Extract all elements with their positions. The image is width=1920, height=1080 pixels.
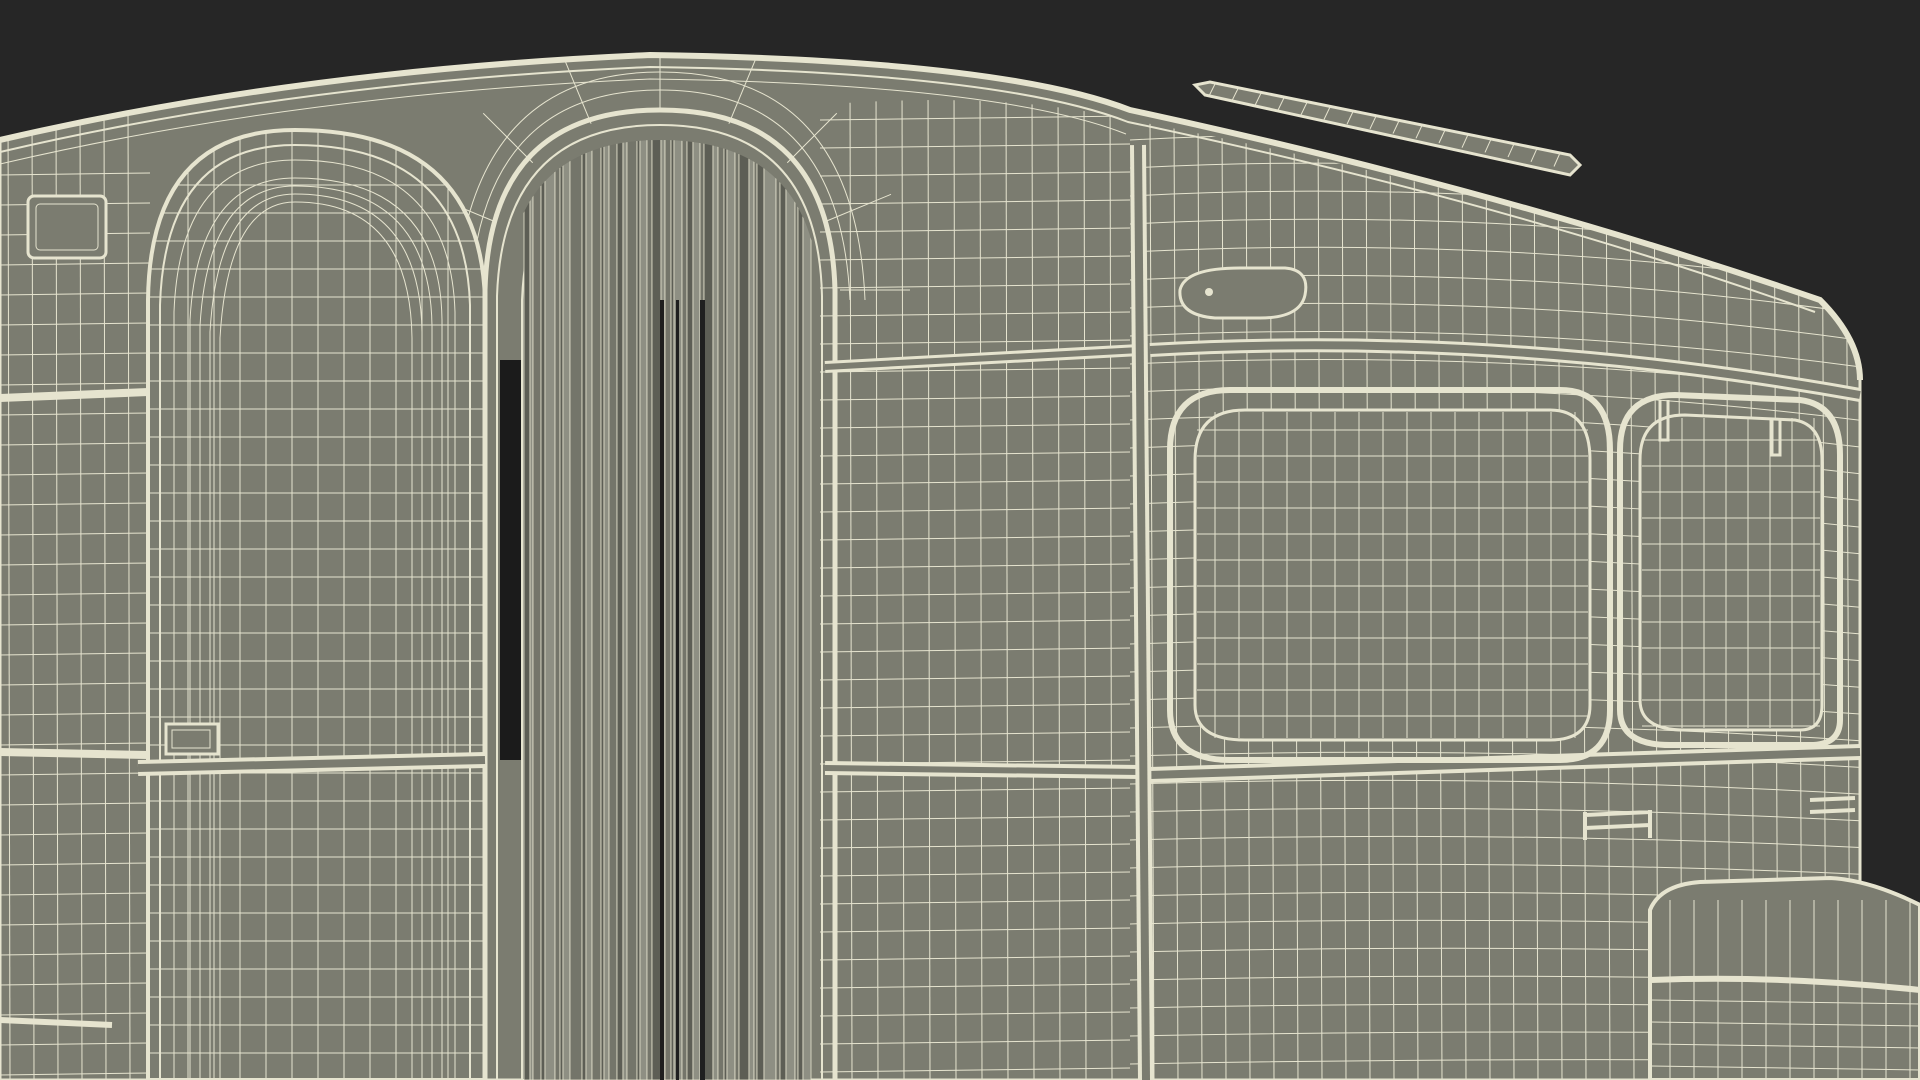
curtain-fold bbox=[523, 140, 531, 1080]
curtain-fold bbox=[763, 140, 777, 1080]
lower-belt-trim-left bbox=[0, 748, 149, 759]
curtain-fold bbox=[562, 140, 571, 1080]
curtain-fold bbox=[794, 140, 799, 1080]
curtain-fold bbox=[756, 140, 765, 1080]
curtain-fold bbox=[554, 140, 561, 1080]
curtain-fold bbox=[723, 140, 728, 1080]
curtain-fold bbox=[529, 140, 534, 1080]
curtain-fold bbox=[686, 140, 694, 1080]
curtain-fold bbox=[603, 140, 610, 1080]
curtain-fold bbox=[585, 140, 593, 1080]
curtain-fold bbox=[646, 140, 653, 1080]
curtain-fold bbox=[532, 140, 542, 1080]
curtain-fold bbox=[726, 140, 736, 1080]
curtain-fold bbox=[748, 140, 755, 1080]
curtain-fold bbox=[703, 140, 714, 1080]
curtain-fold bbox=[738, 140, 750, 1080]
curtain-fold bbox=[622, 140, 628, 1080]
marker-light bbox=[1178, 266, 1308, 320]
curtain-fold bbox=[608, 140, 618, 1080]
curtain-fold bbox=[775, 140, 781, 1080]
curtain-fold-shadow bbox=[660, 300, 664, 1080]
curtain-fold bbox=[616, 140, 624, 1080]
marker-light-dot bbox=[1205, 288, 1213, 296]
curtain-fold-shadow bbox=[700, 300, 705, 1080]
curtain-fold bbox=[626, 140, 638, 1080]
curtain-fold bbox=[670, 140, 675, 1080]
curtain-fold bbox=[712, 140, 719, 1080]
curtain-fold bbox=[600, 140, 605, 1080]
curtain-fold bbox=[734, 140, 740, 1080]
wireframe-render bbox=[0, 51, 1920, 1080]
curtain-folds bbox=[523, 140, 812, 1080]
curtain-fold bbox=[802, 140, 812, 1080]
curtain-fold bbox=[591, 140, 602, 1080]
wall-vent bbox=[26, 194, 108, 260]
curtain-fold bbox=[540, 140, 546, 1080]
curtain-fold bbox=[569, 140, 583, 1080]
lower-belt-trim-rear-core bbox=[824, 765, 1141, 775]
curtain-fold bbox=[797, 140, 804, 1080]
curtain-fold bbox=[636, 140, 641, 1080]
curtain-fold bbox=[559, 140, 564, 1080]
curtain-fold bbox=[544, 140, 556, 1080]
curtain-fold bbox=[639, 140, 648, 1080]
curtain-fold bbox=[651, 140, 662, 1080]
curtain-fold bbox=[581, 140, 587, 1080]
curtain-fold bbox=[785, 140, 796, 1080]
curtain-fold bbox=[753, 140, 758, 1080]
curtain-fold bbox=[681, 140, 688, 1080]
curtain-fold-shadow bbox=[676, 300, 679, 1080]
curtain-fold bbox=[664, 140, 672, 1080]
curtain-fold bbox=[692, 140, 701, 1080]
3d-viewport[interactable] bbox=[0, 0, 1920, 1080]
window-secondary[interactable] bbox=[1638, 413, 1824, 732]
curtain-fold bbox=[779, 140, 787, 1080]
curtain-fold bbox=[717, 140, 725, 1080]
